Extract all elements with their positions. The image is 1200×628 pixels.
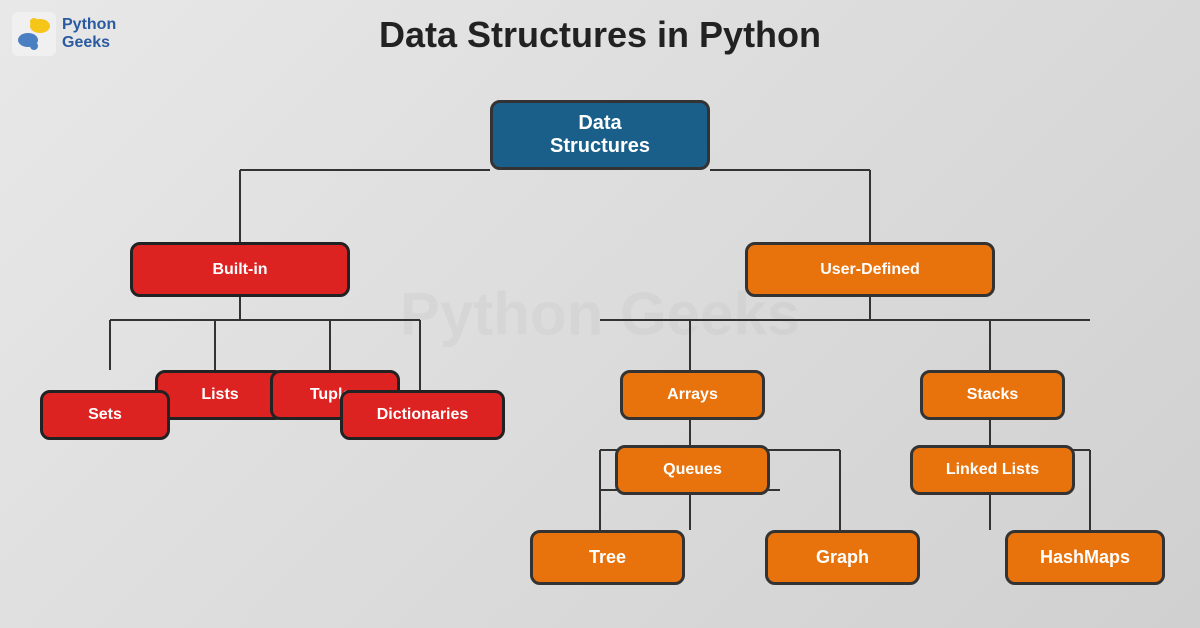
chart: DataStructures Built-in User-Defined Lis… (0, 90, 1200, 628)
node-arrays: Arrays (620, 370, 765, 420)
node-user-defined: User-Defined (745, 242, 995, 297)
node-dictionaries: Dictionaries (340, 390, 505, 440)
node-queues: Queues (615, 445, 770, 495)
node-stacks: Stacks (920, 370, 1065, 420)
node-sets: Sets (40, 390, 170, 440)
node-graph: Graph (765, 530, 920, 585)
node-hashmaps: HashMaps (1005, 530, 1165, 585)
node-tree: Tree (530, 530, 685, 585)
node-lists: Lists (155, 370, 285, 420)
node-data-structures: DataStructures (490, 100, 710, 170)
node-linked-lists: Linked Lists (910, 445, 1075, 495)
page-title: Data Structures in Python (0, 14, 1200, 56)
node-builtin: Built-in (130, 242, 350, 297)
